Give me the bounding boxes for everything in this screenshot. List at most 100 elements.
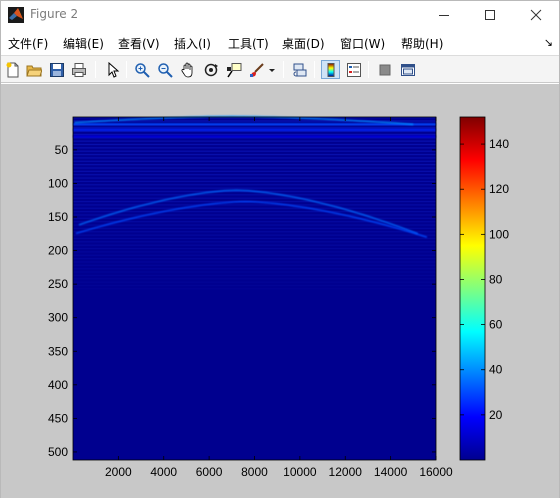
data-cursor-button[interactable]	[224, 60, 243, 79]
x-tick-label: 12000	[329, 465, 363, 479]
heatmap-row-texture	[73, 197, 436, 199]
x-tick-label: 2000	[105, 465, 132, 479]
brush-dropdown-button[interactable]	[267, 60, 277, 79]
heatmap-band	[73, 128, 436, 131]
pan-button[interactable]	[178, 60, 197, 79]
menu-edit[interactable]: 编辑(E)	[63, 35, 104, 52]
heatmap-row-texture	[73, 150, 436, 152]
menu-insert[interactable]: 插入(I)	[174, 35, 211, 52]
heatmap-row-texture	[73, 241, 436, 243]
heatmap-row-texture	[73, 170, 436, 172]
heatmap-row-texture	[73, 278, 436, 280]
zoom-in-icon	[134, 62, 150, 78]
menu-bar: 文件(F) 编辑(E) 查看(V) 插入(I) 工具(T) 桌面(D) 窗口(W…	[1, 31, 559, 55]
menu-desktop[interactable]: 桌面(D)	[282, 35, 325, 52]
toolbar-separator	[283, 61, 284, 78]
zoom-out-icon	[157, 62, 173, 78]
save-figure-button[interactable]	[47, 60, 66, 79]
show-plot-tools-button[interactable]	[398, 60, 417, 79]
minimize-button[interactable]	[421, 1, 467, 29]
colorbar-tick-label: 100	[489, 227, 509, 241]
heatmap-row-texture	[73, 288, 436, 290]
y-tick-label: 300	[48, 311, 68, 325]
show-tools-icon	[400, 63, 415, 76]
heatmap-row-texture	[73, 231, 436, 233]
chevron-down-icon	[269, 68, 275, 72]
menu-window[interactable]: 窗口(W)	[340, 35, 385, 52]
figure-window: Figure 2 文件(F) 编辑(E) 查看(V) 插入(I) 工具(T) 桌…	[0, 0, 560, 498]
legend-icon	[346, 62, 361, 77]
y-tick-label: 150	[48, 210, 68, 224]
maximize-icon	[485, 10, 495, 20]
floppy-icon	[49, 62, 64, 77]
heatmap-row-texture	[73, 194, 436, 196]
heatmap-row-texture	[73, 237, 436, 240]
print-figure-button[interactable]	[69, 60, 88, 79]
heatmap-row-texture	[73, 234, 436, 236]
insert-legend-button[interactable]	[344, 60, 363, 79]
title-bar: Figure 2	[1, 1, 559, 31]
hide-plot-tools-button[interactable]	[375, 60, 394, 79]
heatmap-row-texture	[73, 204, 436, 206]
link-icon	[293, 63, 306, 76]
x-tick-label: 6000	[196, 465, 223, 479]
data-cursor-icon	[226, 62, 241, 77]
minimize-icon	[439, 15, 449, 16]
new-figure-button[interactable]	[3, 60, 22, 79]
heatmap-row-texture	[73, 247, 436, 250]
pointer-icon	[108, 61, 119, 78]
colorbar-tick-label: 140	[489, 137, 509, 151]
new-file-icon	[6, 62, 18, 77]
figure-canvas: 2000 4000 6000 8000 10000 12000 14000 16000 50 10…	[1, 84, 559, 498]
heatmap-row-texture	[73, 268, 436, 270]
printer-icon	[71, 62, 86, 77]
matlab-logo-icon	[8, 7, 24, 23]
heatmap-row-texture	[73, 127, 436, 129]
heatmap-row-texture	[73, 184, 436, 186]
y-tick-label: 50	[55, 143, 69, 157]
colorbar-tick-label: 80	[489, 272, 503, 286]
heatmap-row-texture	[73, 271, 436, 273]
close-icon	[530, 9, 542, 21]
close-button[interactable]	[513, 1, 559, 29]
y-tick-label: 450	[48, 411, 68, 425]
x-tick-label: 8000	[241, 465, 268, 479]
heatmap-band	[73, 135, 436, 138]
heatmap-row-texture	[73, 177, 436, 179]
edit-plot-button[interactable]	[103, 60, 122, 79]
heatmap-plot[interactable]: 2000 4000 6000 8000 10000 12000 14000 16000 50 10…	[1, 84, 559, 498]
heatmap-row-texture	[73, 143, 436, 146]
menu-file[interactable]: 文件(F)	[8, 35, 48, 52]
heatmap-row-texture	[73, 147, 436, 149]
brush-button[interactable]	[247, 60, 266, 79]
heatmap-row-texture	[73, 264, 436, 266]
zoom-in-button[interactable]	[132, 60, 151, 79]
menu-view[interactable]: 查看(V)	[118, 35, 160, 52]
hide-tools-icon	[379, 64, 390, 75]
heatmap-row-texture	[73, 227, 436, 230]
toolbar-separator	[126, 61, 127, 78]
y-tick-label: 250	[48, 277, 68, 291]
heatmap-row-texture	[73, 167, 436, 169]
heatmap-row-texture	[73, 174, 436, 176]
link-plot-button[interactable]	[290, 60, 309, 79]
insert-colorbar-button[interactable]	[321, 60, 340, 79]
maximize-button[interactable]	[467, 1, 513, 29]
heatmap-row-texture	[73, 163, 436, 166]
folder-icon	[25, 65, 42, 76]
heatmap-row-texture	[73, 187, 436, 189]
zoom-out-button[interactable]	[155, 60, 174, 79]
open-file-button[interactable]	[24, 60, 43, 79]
toolbar-separator	[368, 61, 369, 78]
menu-tools[interactable]: 工具(T)	[228, 35, 269, 52]
rotate-3d-button[interactable]	[201, 60, 220, 79]
menu-help[interactable]: 帮助(H)	[401, 35, 443, 52]
y-tick-label: 350	[48, 344, 68, 358]
heatmap-band	[73, 123, 436, 126]
rotate-icon	[204, 63, 218, 76]
dock-arrow-icon[interactable]: ↘	[544, 36, 553, 49]
heatmap-row-texture	[73, 281, 436, 283]
heatmap-row-texture	[73, 180, 436, 183]
heatmap-row-texture	[73, 140, 436, 142]
x-tick-label: 14000	[374, 465, 408, 479]
